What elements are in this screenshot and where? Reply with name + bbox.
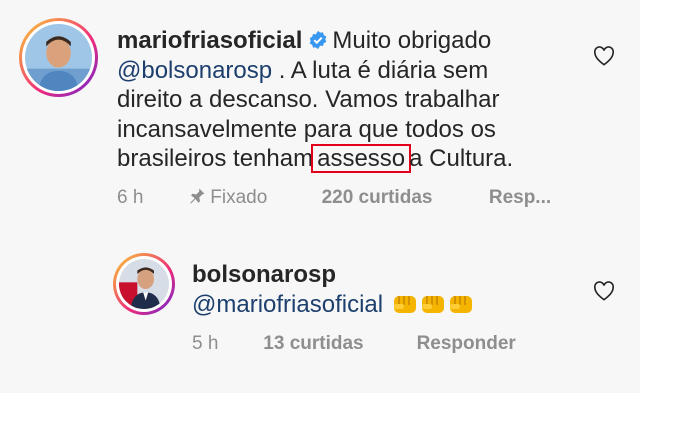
reply-meta-row: 5 h 13 curtidas Responder	[192, 333, 516, 355]
comment-likes-count[interactable]: 220 curtidas	[322, 187, 484, 209]
comment-text-line-3: direito a descanso. Vamos trabalhar	[117, 86, 500, 113]
comment-text-line-4: incansavelmente para que todos os	[117, 115, 496, 143]
comment-body: mariofriasoficial Muito obrigado @bolsona…	[117, 26, 587, 174]
comment-reply-button[interactable]: Resp...	[489, 187, 551, 209]
highlighted-word-box: assesso	[311, 144, 412, 173]
comment-text-start: Muito obrigado	[332, 27, 492, 54]
comment-like-heart-icon[interactable]	[593, 46, 615, 66]
comment-username[interactable]: mariofriasoficial	[117, 27, 302, 54]
comment-text-line-5-prefix: brasileiros tenham	[117, 145, 314, 172]
reply-time: 5 h	[192, 333, 219, 354]
reply-body: bolsonarosp @mariofriasoficial	[192, 260, 572, 319]
profile-photo	[25, 24, 92, 91]
comment-mention-link[interactable]: @bolsonarosp	[117, 57, 272, 84]
comment-text-line-5-suffix: a Cultura.	[409, 145, 514, 172]
fist-emoji-group	[390, 291, 474, 318]
verified-badge-icon	[310, 30, 327, 50]
avatar-bolsonarosp[interactable]	[113, 253, 175, 315]
comment-time: 6 h	[117, 187, 144, 208]
fist-emoji-icon	[421, 295, 444, 313]
comments-panel: mariofriasoficial Muito obrigado @bolsona…	[0, 0, 640, 393]
avatar-mariofriasoficial[interactable]	[19, 18, 98, 97]
fist-emoji-icon	[449, 295, 472, 313]
comment-text-line-2: . A luta é diária sem	[278, 56, 489, 84]
reply-likes-count[interactable]: 13 curtidas	[263, 333, 411, 355]
reply-mention-link[interactable]: @mariofriasoficial	[192, 291, 383, 318]
reply-like-heart-icon[interactable]	[593, 281, 615, 301]
pinned-label: Fixado	[210, 187, 268, 208]
pinned-indicator: Fixado	[188, 187, 316, 209]
reply-reply-button[interactable]: Responder	[417, 333, 516, 355]
pin-icon	[190, 188, 205, 204]
comment-meta-row: 6 h Fixado 220 curtidas Resp...	[117, 187, 551, 209]
fist-emoji-icon	[393, 295, 416, 313]
reply-username[interactable]: bolsonarosp	[192, 261, 336, 288]
profile-photo	[119, 259, 169, 309]
